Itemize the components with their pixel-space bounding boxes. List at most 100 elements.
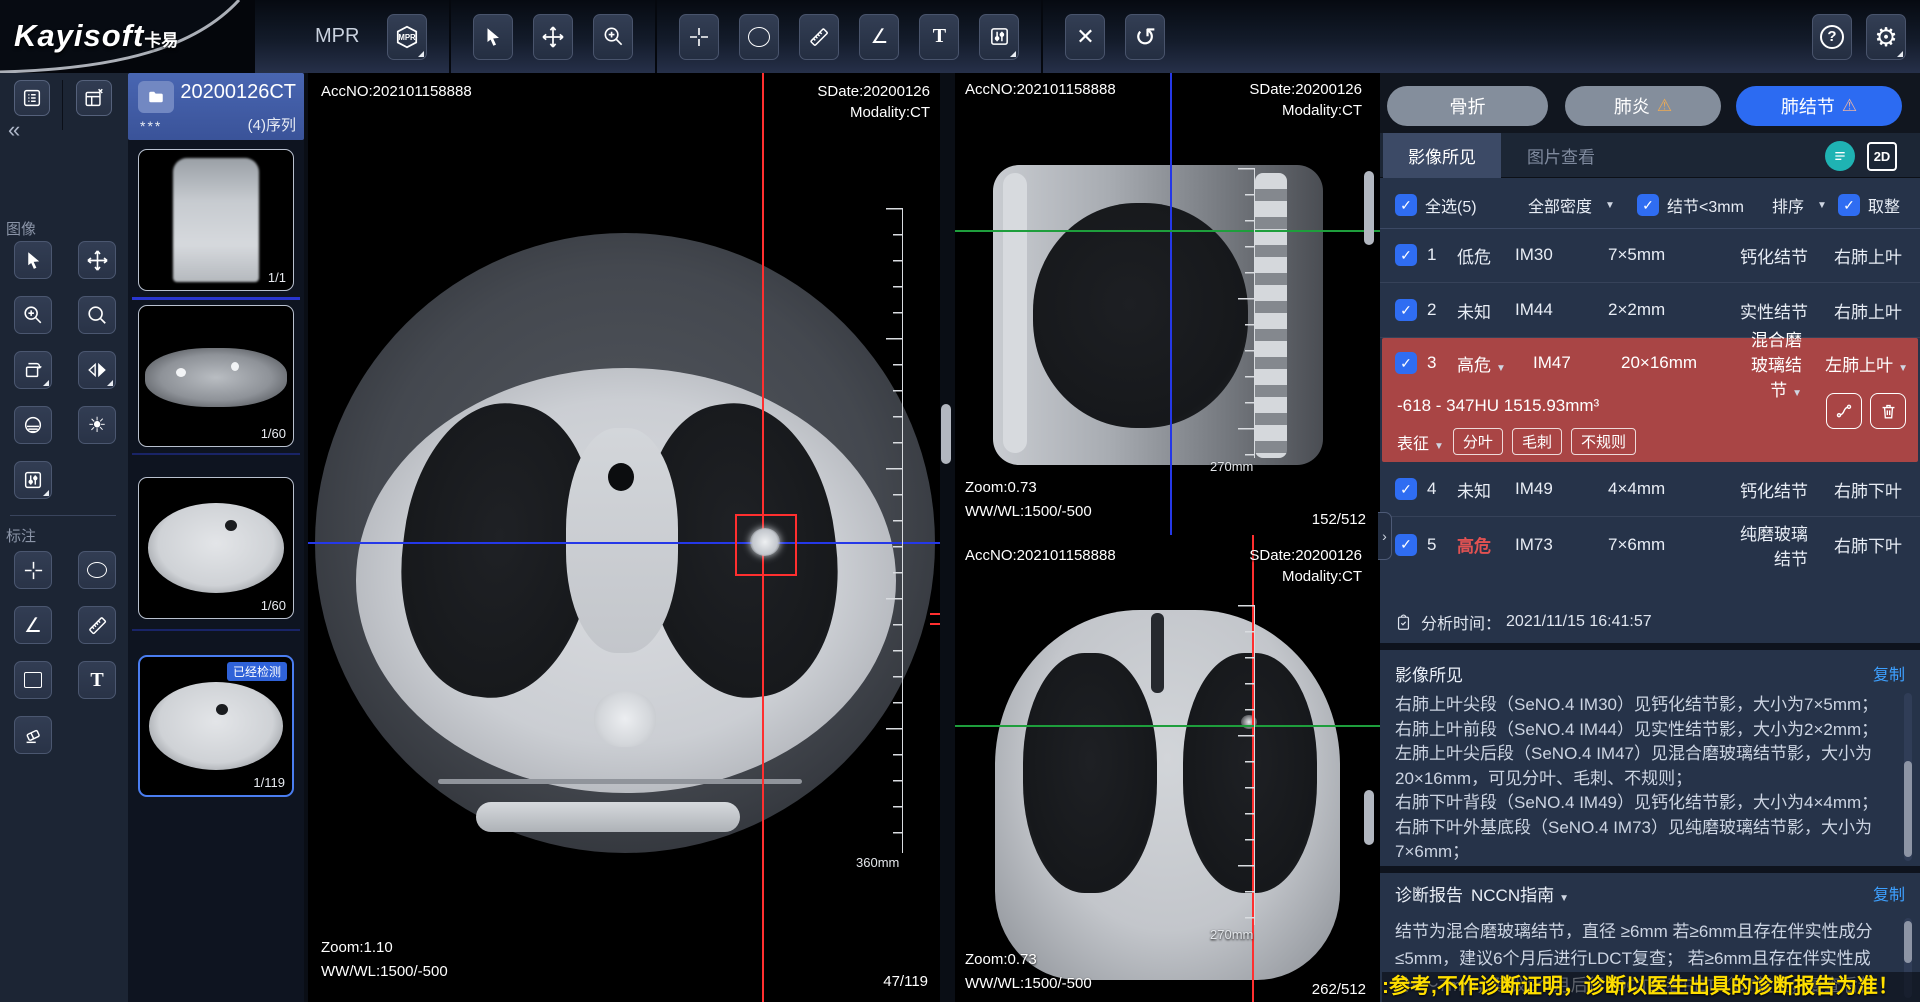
delete-annotation-button[interactable]: ✕ xyxy=(1065,14,1105,60)
mpr-layout-button[interactable]: MPR xyxy=(387,14,427,60)
toolbar-separator xyxy=(1041,0,1043,73)
settings-button[interactable]: ⚙ xyxy=(1866,14,1906,60)
rail-brightness-button[interactable]: ☀ xyxy=(78,406,116,444)
coronal-zoom-label: Zoom:0.73 xyxy=(965,951,1037,968)
report-chat-button[interactable] xyxy=(1825,141,1855,171)
delete-nodule-button[interactable] xyxy=(1870,393,1906,429)
series-thumbnail-scout[interactable]: 1/1 xyxy=(138,149,294,291)
copy-report-link[interactable]: 复制 xyxy=(1873,881,1905,905)
crosshair-horizontal-green[interactable] xyxy=(955,230,1380,232)
2d-view-button[interactable]: 2D xyxy=(1867,142,1897,171)
sort-dropdown[interactable]: 排序▼ xyxy=(1772,193,1827,217)
angle-icon: ∠ xyxy=(870,24,888,49)
findings-scrollbar-thumb[interactable] xyxy=(1904,761,1912,857)
study-header[interactable]: 20200126CT *** (4)序列 xyxy=(128,73,304,140)
nodule-row-2[interactable]: ✓ 2 未知 IM44 2×2mm 实性结节 右肺上叶 xyxy=(1380,283,1920,338)
rail-ruler-button[interactable] xyxy=(78,606,116,644)
cursor-tool-button[interactable] xyxy=(473,14,513,60)
trait-chip[interactable]: 毛刺 xyxy=(1512,428,1562,455)
ruler-tool-button[interactable] xyxy=(799,14,839,60)
crosshair-horizontal-green[interactable] xyxy=(955,725,1380,727)
reset-view-button[interactable]: ↺ xyxy=(1125,14,1165,60)
angle-tool-button[interactable]: ∠ xyxy=(859,14,899,60)
nodule-risk-dropdown[interactable]: 高危▼ xyxy=(1457,351,1533,376)
series-thumbnail-4-selected[interactable]: 已经检测 1/119 xyxy=(138,655,294,797)
window-level-button[interactable] xyxy=(979,14,1019,60)
coronal-window-level-label: WW/WL:1500/-500 xyxy=(965,975,1092,992)
round-checkbox[interactable]: ✓ 取整 xyxy=(1838,193,1900,217)
collapse-rail-button[interactable]: « xyxy=(8,117,20,143)
tab-image-findings[interactable]: 影像所见 xyxy=(1383,133,1501,178)
trait-chip[interactable]: 不规则 xyxy=(1571,428,1636,455)
rail-invert-button[interactable] xyxy=(14,406,52,444)
traits-dropdown[interactable]: 表征▼ xyxy=(1397,430,1444,454)
checkbox-checked-icon[interactable]: ✓ xyxy=(1637,194,1659,216)
trait-chip[interactable]: 分叶 xyxy=(1453,428,1503,455)
mode-lung-nodule-button[interactable]: 肺结节⚠ xyxy=(1736,86,1902,126)
sagittal-slice-scrollbar[interactable] xyxy=(1364,171,1374,245)
report-scrollbar-thumb[interactable] xyxy=(1904,921,1912,963)
coronal-accession-number: AccNO:202101158888 xyxy=(965,547,1116,564)
checkbox-checked-icon[interactable]: ✓ xyxy=(1395,352,1417,374)
crosshair-tool-button[interactable] xyxy=(679,14,719,60)
flip-icon xyxy=(86,359,108,381)
rail-rectangle-button[interactable] xyxy=(14,661,52,699)
series-thumbnail-2[interactable]: 1/60 xyxy=(138,305,294,447)
rail-eraser-button[interactable] xyxy=(14,716,52,754)
rail-angle-button[interactable]: ∠ xyxy=(14,606,52,644)
rail-divider xyxy=(10,515,116,516)
copy-findings-link[interactable]: 复制 xyxy=(1873,661,1905,685)
text-tool-button[interactable]: T xyxy=(919,14,959,60)
crosshair-vertical-blue[interactable] xyxy=(1170,73,1172,535)
checkbox-checked-icon[interactable]: ✓ xyxy=(1395,299,1417,321)
mode-pneumonia-button[interactable]: 肺炎⚠ xyxy=(1565,86,1721,126)
coronal-study-date: SDate:20200126 xyxy=(1249,547,1362,564)
rail-zoom-in-button[interactable] xyxy=(14,296,52,334)
crosshair-horizontal-blue[interactable] xyxy=(308,542,940,544)
nodule-row-5[interactable]: ✓ 5 高危 IM73 7×6mm 纯磨玻璃结节 右肺下叶 xyxy=(1380,517,1920,572)
folder-button[interactable] xyxy=(138,81,174,113)
followup-track-button[interactable] xyxy=(1826,393,1862,429)
close-layout-button[interactable] xyxy=(76,80,112,116)
rail-text-button[interactable]: T xyxy=(78,661,116,699)
checkbox-checked-icon[interactable]: ✓ xyxy=(1395,478,1417,500)
rail-magnify-button[interactable] xyxy=(78,296,116,334)
findings-section-title: 影像所见 xyxy=(1395,661,1463,686)
panel-expander-handle[interactable]: › xyxy=(1378,512,1392,560)
sagittal-viewport[interactable]: 270mm AccNO:202101158888 SDate:20200126 … xyxy=(955,73,1380,535)
rail-cursor-button[interactable] xyxy=(14,241,52,279)
tab-picture-view[interactable]: 图片查看 xyxy=(1513,133,1609,178)
pan-tool-button[interactable] xyxy=(533,14,573,60)
series-list-toggle-button[interactable] xyxy=(14,80,50,116)
checkbox-checked-icon[interactable]: ✓ xyxy=(1395,194,1417,216)
nodule-location-dropdown[interactable]: 左肺上叶▼ xyxy=(1802,351,1918,376)
axial-slice-scrollbar[interactable] xyxy=(941,404,951,464)
checkbox-checked-icon[interactable]: ✓ xyxy=(1838,194,1860,216)
rail-crosshair-button[interactable] xyxy=(14,551,52,589)
nodule-row-3-expanded[interactable]: ✓ 3 高危▼ IM47 20×16mm 混合磨玻璃结节▼ 左肺上叶▼ -618… xyxy=(1382,338,1918,462)
rail-window-level-button[interactable] xyxy=(14,461,52,499)
checkbox-checked-icon[interactable]: ✓ xyxy=(1395,244,1417,266)
zoom-tool-button[interactable] xyxy=(593,14,633,60)
checkbox-checked-icon[interactable]: ✓ xyxy=(1395,534,1417,556)
nodule-row-4[interactable]: ✓ 4 未知 IM49 4×4mm 钙化结节 右肺下叶 xyxy=(1380,462,1920,517)
coronal-slice-scrollbar[interactable] xyxy=(1364,790,1374,845)
mode-fracture-button[interactable]: 骨折 xyxy=(1387,86,1548,126)
nodule-type-dropdown[interactable]: 混合磨玻璃结节▼ xyxy=(1739,326,1802,401)
guideline-dropdown[interactable]: NCCN指南▼ xyxy=(1471,881,1569,906)
analysis-time-label: 分析时间： xyxy=(1421,610,1501,634)
nodule-row-1[interactable]: ✓ 1 低危 IM30 7×5mm 钙化结节 右肺上叶 xyxy=(1380,228,1920,283)
rail-ellipse-button[interactable] xyxy=(78,551,116,589)
small-nodule-checkbox[interactable]: ✓ 结节<3mm xyxy=(1637,193,1744,217)
rail-flip-button[interactable] xyxy=(78,351,116,389)
select-all-checkbox[interactable]: ✓ 全选(5) xyxy=(1395,193,1477,217)
nodule-roi-box[interactable] xyxy=(735,514,797,576)
series-thumbnail-3[interactable]: 1/60 xyxy=(138,477,294,619)
rail-rotate-button[interactable] xyxy=(14,351,52,389)
rail-pan-button[interactable] xyxy=(78,241,116,279)
ellipse-tool-button[interactable] xyxy=(739,14,779,60)
axial-viewport[interactable]: 360mm AccNO:202101158888 SDate:20200126 … xyxy=(308,73,940,1002)
help-button[interactable]: ? xyxy=(1812,14,1852,60)
density-filter-dropdown[interactable]: 全部密度▼ xyxy=(1528,193,1615,217)
coronal-viewport[interactable]: 270mm AccNO:202101158888 SDate:20200126 … xyxy=(955,535,1380,1002)
